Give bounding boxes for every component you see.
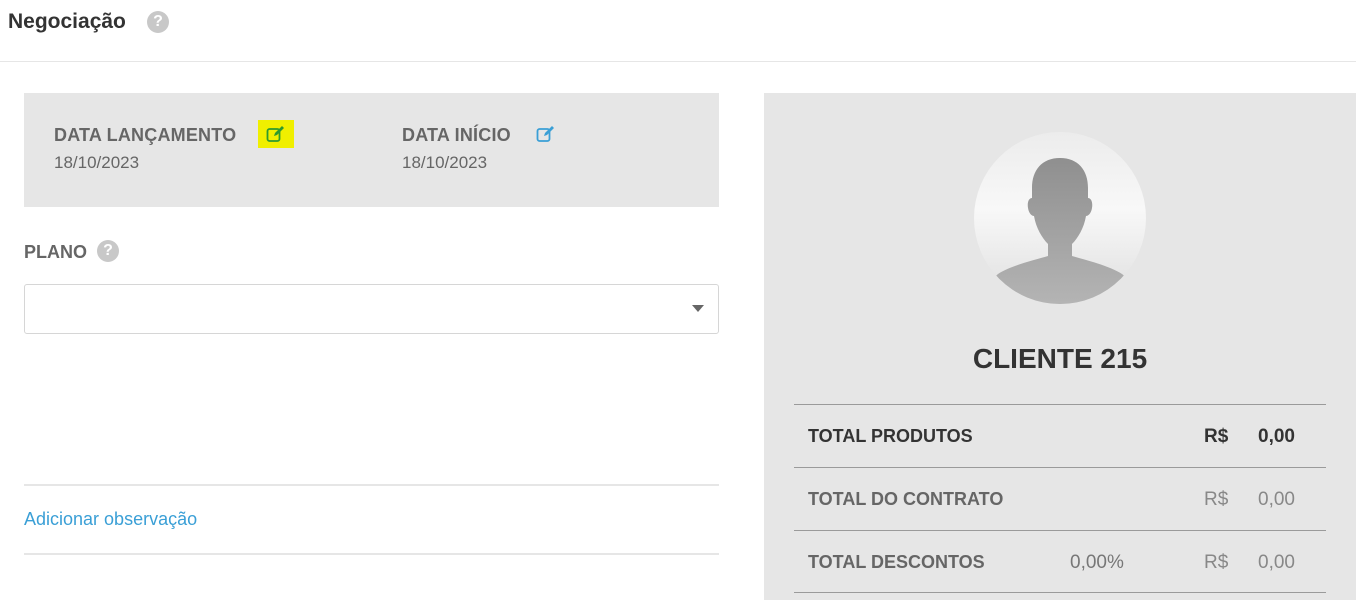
question-circle-icon[interactable]: ? — [97, 240, 119, 262]
page-header: Negociação ? — [0, 0, 1356, 62]
total-value: 0,00 — [1258, 489, 1295, 510]
total-currency: R$ — [1204, 489, 1229, 510]
client-card: CLIENTE 215 TOTAL PRODUTOS R$ 0,00 TOTAL… — [764, 93, 1356, 600]
total-row-produtos: TOTAL PRODUTOS R$ 0,00 — [794, 404, 1326, 467]
launch-date-value: 18/10/2023 — [54, 153, 140, 172]
total-currency: R$ — [1204, 552, 1229, 573]
plano-label: PLANO — [24, 242, 87, 262]
discount-percent: 0,00% — [1070, 552, 1124, 573]
avatar — [974, 132, 1146, 304]
total-label: TOTAL PRODUTOS — [808, 426, 973, 446]
plano-select[interactable] — [24, 284, 719, 334]
edit-start-date-icon[interactable] — [535, 123, 557, 145]
start-date-label: DATA INÍCIO — [402, 125, 511, 145]
question-circle-icon[interactable]: ? — [147, 11, 169, 33]
divider — [24, 484, 719, 486]
launch-date-label: DATA LANÇAMENTO — [54, 125, 237, 145]
page-title: Negociação — [8, 10, 126, 33]
total-label: TOTAL DESCONTOS — [808, 552, 985, 572]
edit-launch-date-icon[interactable] — [258, 120, 294, 148]
user-silhouette-icon — [984, 158, 1136, 304]
client-name: CLIENTE 215 — [972, 343, 1148, 374]
total-currency: R$ — [1204, 426, 1229, 447]
total-row-descontos: TOTAL DESCONTOS 0,00% R$ 0,00 — [794, 530, 1326, 593]
total-row-contrato: TOTAL DO CONTRATO R$ 0,00 — [794, 467, 1326, 530]
add-observation-link[interactable]: Adicionar observação — [24, 509, 197, 530]
total-label: TOTAL DO CONTRATO — [808, 489, 1004, 509]
caret-down-icon — [692, 305, 704, 312]
totals-table: TOTAL PRODUTOS R$ 0,00 TOTAL DO CONTRATO… — [794, 404, 1326, 593]
divider — [24, 553, 719, 555]
dates-panel: DATA LANÇAMENTO 18/10/2023 DATA INÍCIO 1… — [24, 93, 719, 207]
total-value: 0,00 — [1258, 552, 1295, 573]
total-value: 0,00 — [1258, 426, 1295, 447]
start-date-value: 18/10/2023 — [402, 153, 488, 172]
